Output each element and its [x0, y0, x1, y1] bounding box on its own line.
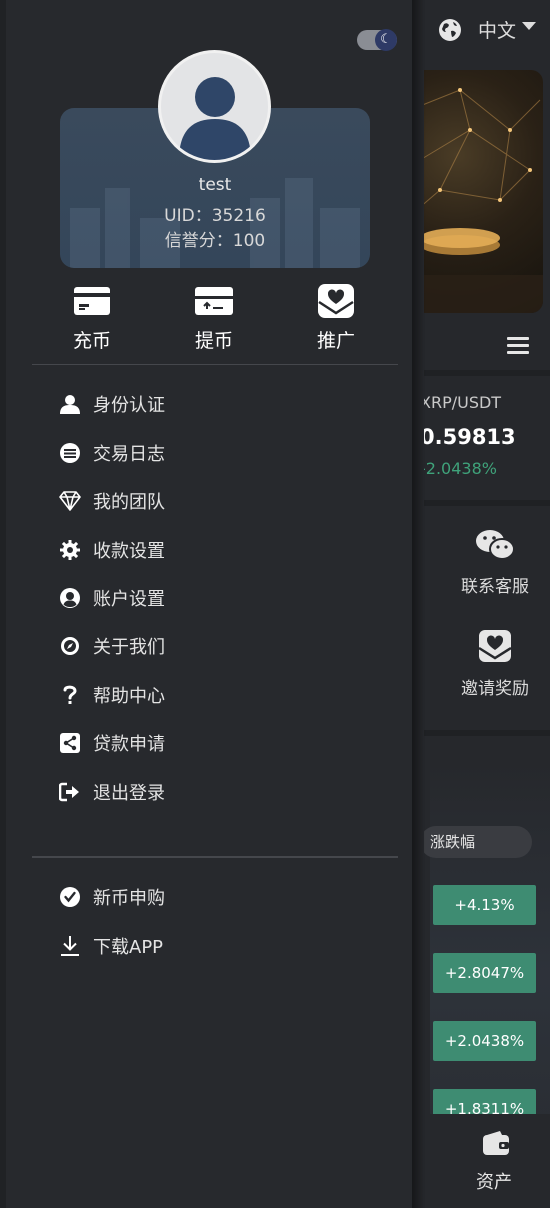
share-icon — [60, 733, 80, 753]
menu-item-label: 帮助中心 — [93, 686, 165, 707]
list-circle-icon — [60, 443, 80, 463]
gear-icon — [60, 540, 80, 560]
sign-out-icon — [59, 782, 79, 802]
promotion-label: 推广 — [316, 330, 355, 352]
menu-item-my-team[interactable]: 我的团队 — [58, 486, 165, 516]
menu-item-about-us[interactable]: 关于我们 — [58, 631, 165, 661]
menu-item-new-coin-subscription[interactable]: 新币申购 — [58, 882, 165, 912]
wallet-icon — [483, 1131, 509, 1155]
invite-reward-label: 邀请奖励 — [461, 679, 529, 699]
download-icon — [61, 936, 79, 956]
ticker-change: -2.0438% — [420, 459, 497, 478]
menu-item-trade-log[interactable]: 交易日志 — [58, 438, 165, 468]
change-badge: +2.8047% — [433, 953, 536, 993]
menu-item-label: 下载APP — [93, 937, 164, 958]
menu-item-label: 账户设置 — [93, 589, 165, 610]
menu-item-label: 身份认证 — [93, 395, 165, 416]
globe-icon[interactable] — [438, 18, 462, 42]
deposit-label: 充币 — [72, 330, 111, 352]
menu-item-label: 收款设置 — [93, 541, 165, 562]
divider — [420, 500, 550, 506]
menu-item-label: 我的团队 — [93, 492, 165, 513]
invite-reward-button[interactable]: 邀请奖励 — [440, 628, 550, 699]
sort-by-change-button[interactable]: 涨跌幅 — [420, 826, 532, 858]
menu-item-identity[interactable]: 身份认证 — [58, 389, 165, 419]
top-bar: 中文 — [420, 0, 550, 60]
hamburger-menu-icon[interactable] — [507, 337, 529, 355]
change-badge: +4.13% — [433, 885, 536, 925]
theme-toggle[interactable]: ☾ — [357, 29, 397, 51]
tab-assets-label: 资产 — [476, 1172, 512, 1193]
question-icon — [63, 685, 77, 704]
user-uid: UID：35216 — [164, 206, 266, 226]
menu-item-label: 新币申购 — [93, 888, 165, 909]
drawer-shadow — [412, 0, 426, 1208]
side-drawer: ☾ test UID：35216 信誉分：100 充币 提币 推广 身份认证 交… — [0, 0, 424, 1208]
withdraw-label: 提币 — [194, 330, 233, 352]
check-circle-icon — [60, 887, 80, 907]
menu-item-loan-application[interactable]: 贷款申请 — [58, 728, 165, 758]
change-badge: +2.0438% — [433, 1021, 536, 1061]
divider — [420, 370, 550, 376]
credit-score: 信誉分：100 — [164, 231, 266, 251]
menu-item-payment-settings[interactable]: 收款设置 — [58, 535, 165, 565]
deposit-button[interactable]: 充币 — [52, 284, 132, 353]
menu-item-logout[interactable]: 退出登录 — [58, 777, 165, 807]
user-circle-icon — [60, 588, 80, 608]
menu-item-label: 交易日志 — [93, 444, 165, 465]
promotion-button[interactable]: 推广 — [296, 284, 376, 353]
menu-item-account-settings[interactable]: 账户设置 — [58, 583, 165, 613]
menu-item-download-app[interactable]: 下载APP — [58, 931, 163, 961]
username: test — [198, 175, 232, 195]
divider — [32, 364, 398, 365]
withdraw-button[interactable]: 提币 — [174, 284, 254, 353]
promo-envelope-icon — [478, 630, 512, 662]
moon-icon: ☾ — [375, 29, 397, 51]
contact-service-button[interactable]: 联系客服 — [440, 528, 550, 597]
avatar[interactable] — [158, 50, 271, 163]
language-selector[interactable]: 中文 — [478, 16, 516, 43]
menu-item-label: 贷款申请 — [93, 734, 165, 755]
diamond-icon — [59, 491, 81, 511]
menu-item-help-center[interactable]: 帮助中心 — [58, 680, 165, 710]
compass-icon — [61, 637, 79, 655]
deposit-card-icon — [74, 287, 110, 315]
chevron-down-icon[interactable] — [522, 22, 536, 30]
divider — [32, 856, 398, 858]
contact-service-label: 联系客服 — [461, 577, 529, 597]
withdraw-card-icon — [195, 287, 233, 315]
divider — [420, 730, 550, 736]
menu-item-label: 关于我们 — [93, 637, 165, 658]
user-icon — [60, 395, 80, 414]
promo-envelope-icon — [318, 284, 354, 318]
ticker-price: 0.59813 — [420, 425, 516, 449]
wechat-icon — [476, 530, 515, 560]
menu-item-label: 退出登录 — [93, 783, 165, 804]
tab-assets[interactable]: 资产 — [420, 1114, 550, 1208]
ticker-pair: XRP/USDT — [420, 393, 502, 412]
drawer-edge — [0, 0, 6, 1208]
decorative-buildings — [430, 760, 550, 1120]
